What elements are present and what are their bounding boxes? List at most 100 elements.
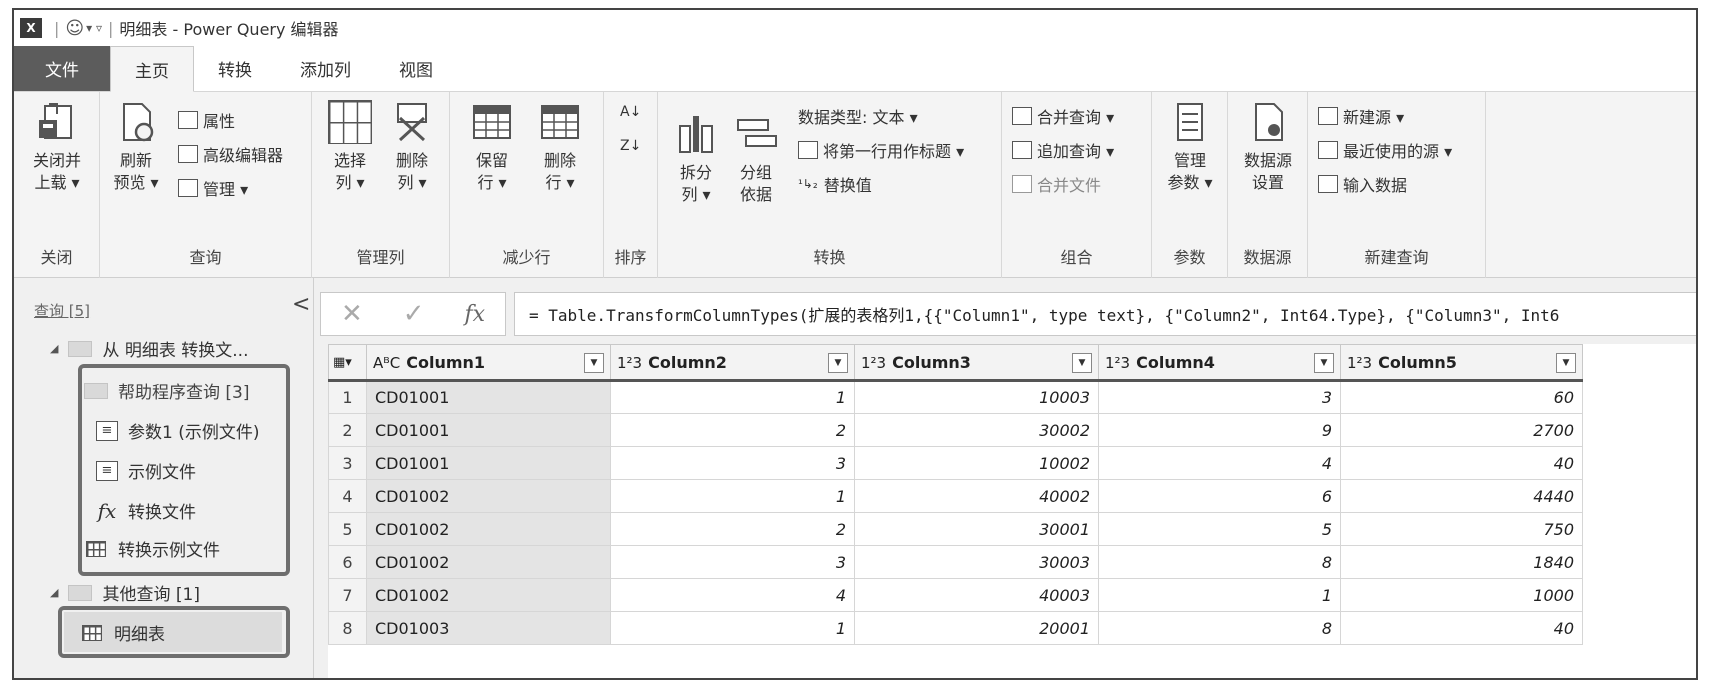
row-number[interactable]: 6 bbox=[328, 545, 367, 579]
remove-rows-button[interactable]: 删除 行 ▾ bbox=[530, 100, 590, 194]
replace-values-button[interactable]: ¹↳₂ 替换值 bbox=[798, 172, 872, 196]
table-cell[interactable]: 8 bbox=[1098, 545, 1341, 579]
table-cell[interactable]: 6 bbox=[1098, 479, 1341, 513]
column-header-2[interactable]: 1²3 Column2 ▼ bbox=[610, 344, 855, 382]
column-header-4[interactable]: 1²3 Column4 ▼ bbox=[1098, 344, 1341, 382]
table-cell[interactable]: 1 bbox=[1098, 578, 1341, 612]
table-row[interactable]: 8 CD01003 1 20001 8 40 bbox=[328, 611, 1583, 645]
tab-home[interactable]: 主页 bbox=[110, 46, 194, 92]
table-cell[interactable]: 9 bbox=[1098, 413, 1341, 447]
table-cell[interactable]: 8 bbox=[1098, 611, 1341, 645]
table-row[interactable]: 4 CD01002 1 40002 6 4440 bbox=[328, 479, 1583, 513]
table-cell[interactable]: 2 bbox=[610, 512, 855, 546]
table-cell[interactable]: CD01001 bbox=[366, 413, 611, 447]
quick-access-dropdown-icon[interactable]: ▾ ▿ bbox=[86, 21, 102, 35]
table-cell[interactable]: 40 bbox=[1340, 611, 1583, 645]
column-header-1[interactable]: AᴮC Column1 ▼ bbox=[366, 344, 611, 382]
tab-transform[interactable]: 转换 bbox=[194, 46, 276, 91]
manage-query-button[interactable]: 管理 ▾ bbox=[178, 176, 248, 200]
cancel-formula-icon[interactable]: ✕ bbox=[341, 299, 363, 329]
table-row[interactable]: 6 CD01002 3 30003 8 1840 bbox=[328, 545, 1583, 579]
refresh-preview-button[interactable]: 刷新 预览 ▾ bbox=[106, 100, 166, 194]
keep-rows-button[interactable]: 保留 行 ▾ bbox=[462, 100, 522, 194]
table-cell[interactable]: CD01002 bbox=[366, 578, 611, 612]
properties-button[interactable]: 属性 bbox=[178, 108, 235, 132]
table-cell[interactable]: 60 bbox=[1340, 380, 1583, 414]
table-menu-button[interactable]: ▦▾ bbox=[328, 344, 367, 382]
row-number[interactable]: 4 bbox=[328, 479, 367, 513]
table-cell[interactable]: 4 bbox=[610, 578, 855, 612]
table-cell[interactable]: 1000 bbox=[1340, 578, 1583, 612]
table-cell[interactable]: CD01002 bbox=[366, 545, 611, 579]
table-row[interactable]: 3 CD01001 3 10002 4 40 bbox=[328, 446, 1583, 480]
data-type-dropdown[interactable]: 数据类型: 文本 ▾ bbox=[798, 104, 918, 128]
merge-queries-button[interactable]: 合并查询 ▾ bbox=[1012, 104, 1114, 128]
close-and-load-button[interactable]: 关闭并 上载 ▾ bbox=[20, 100, 94, 194]
table-cell[interactable]: 20001 bbox=[854, 611, 1099, 645]
append-queries-button[interactable]: 追加查询 ▾ bbox=[1012, 138, 1114, 162]
row-number[interactable]: 3 bbox=[328, 446, 367, 480]
filter-dropdown-icon[interactable]: ▼ bbox=[584, 353, 604, 373]
insert-function-icon[interactable]: fx bbox=[464, 302, 485, 327]
table-cell[interactable]: 10002 bbox=[854, 446, 1099, 480]
table-cell[interactable]: 3 bbox=[1098, 380, 1341, 414]
queries-header[interactable]: 查询 [5] bbox=[34, 300, 90, 321]
query-group-other[interactable]: ◢ 其他查询 [1] bbox=[50, 580, 200, 605]
number-type-icon[interactable]: 1²3 bbox=[1105, 354, 1130, 372]
use-first-row-as-headers-button[interactable]: 将第一行用作标题 ▾ bbox=[798, 138, 964, 162]
table-cell[interactable]: 1 bbox=[610, 611, 855, 645]
table-cell[interactable]: 1840 bbox=[1340, 545, 1583, 579]
tab-add-column[interactable]: 添加列 bbox=[276, 46, 375, 91]
table-cell[interactable]: 30002 bbox=[854, 413, 1099, 447]
collapse-pane-icon[interactable]: < bbox=[292, 292, 310, 317]
tab-view[interactable]: 视图 bbox=[375, 46, 457, 91]
table-cell[interactable]: 2 bbox=[610, 413, 855, 447]
table-cell[interactable]: 3 bbox=[610, 446, 855, 480]
combine-files-button[interactable]: 合并文件 bbox=[1012, 172, 1101, 196]
query-group-transform-files[interactable]: ◢ 从 明细表 转换文... bbox=[50, 336, 249, 361]
table-row[interactable]: 7 CD01002 4 40003 1 1000 bbox=[328, 578, 1583, 612]
row-number[interactable]: 7 bbox=[328, 578, 367, 612]
filter-dropdown-icon[interactable]: ▼ bbox=[1314, 353, 1334, 373]
table-cell[interactable]: 4440 bbox=[1340, 479, 1583, 513]
number-type-icon[interactable]: 1²3 bbox=[617, 354, 642, 372]
table-cell[interactable]: 30003 bbox=[854, 545, 1099, 579]
sort-ascending-icon[interactable]: A↓ bbox=[620, 104, 641, 120]
enter-data-button[interactable]: 输入数据 bbox=[1318, 172, 1407, 196]
number-type-icon[interactable]: 1²3 bbox=[1347, 354, 1372, 372]
advanced-editor-button[interactable]: 高级编辑器 bbox=[178, 142, 283, 166]
column-header-5[interactable]: 1²3 Column5 ▼ bbox=[1340, 344, 1583, 382]
row-number[interactable]: 1 bbox=[328, 380, 367, 414]
table-cell[interactable]: 1 bbox=[610, 479, 855, 513]
tab-file[interactable]: 文件 bbox=[14, 46, 110, 91]
table-cell[interactable]: 40003 bbox=[854, 578, 1099, 612]
table-cell[interactable]: 40 bbox=[1340, 446, 1583, 480]
table-row[interactable]: 1 CD01001 1 10003 3 60 bbox=[328, 380, 1583, 414]
group-by-button[interactable]: 分组 依据 bbox=[728, 112, 784, 206]
table-cell[interactable]: 2700 bbox=[1340, 413, 1583, 447]
filter-dropdown-icon[interactable]: ▼ bbox=[1072, 353, 1092, 373]
table-row[interactable]: 5 CD01002 2 30001 5 750 bbox=[328, 512, 1583, 546]
table-cell[interactable]: 30001 bbox=[854, 512, 1099, 546]
row-number[interactable]: 8 bbox=[328, 611, 367, 645]
number-type-icon[interactable]: 1²3 bbox=[861, 354, 886, 372]
remove-columns-button[interactable]: 删除 列 ▾ bbox=[384, 100, 440, 194]
table-cell[interactable]: 750 bbox=[1340, 512, 1583, 546]
table-cell[interactable]: CD01003 bbox=[366, 611, 611, 645]
table-cell[interactable]: 3 bbox=[610, 545, 855, 579]
table-cell[interactable]: CD01001 bbox=[366, 380, 611, 414]
choose-columns-button[interactable]: 选择 列 ▾ bbox=[322, 100, 378, 194]
table-cell[interactable]: CD01001 bbox=[366, 446, 611, 480]
table-cell[interactable]: CD01002 bbox=[366, 512, 611, 546]
split-column-button[interactable]: 拆分 列 ▾ bbox=[668, 112, 724, 206]
formula-input[interactable]: = Table.TransformColumnTypes(扩展的表格列1,{{"… bbox=[514, 292, 1696, 336]
filter-dropdown-icon[interactable]: ▼ bbox=[828, 353, 848, 373]
manage-parameters-button[interactable]: 管理 参数 ▾ bbox=[1160, 100, 1220, 194]
data-source-settings-button[interactable]: 数据源 设置 bbox=[1234, 100, 1302, 194]
row-number[interactable]: 2 bbox=[328, 413, 367, 447]
filter-dropdown-icon[interactable]: ▼ bbox=[1556, 353, 1576, 373]
column-header-3[interactable]: 1²3 Column3 ▼ bbox=[854, 344, 1099, 382]
feedback-smiley-icon[interactable]: ☺ bbox=[65, 18, 84, 39]
row-number[interactable]: 5 bbox=[328, 512, 367, 546]
sort-descending-icon[interactable]: Z↓ bbox=[620, 138, 641, 154]
